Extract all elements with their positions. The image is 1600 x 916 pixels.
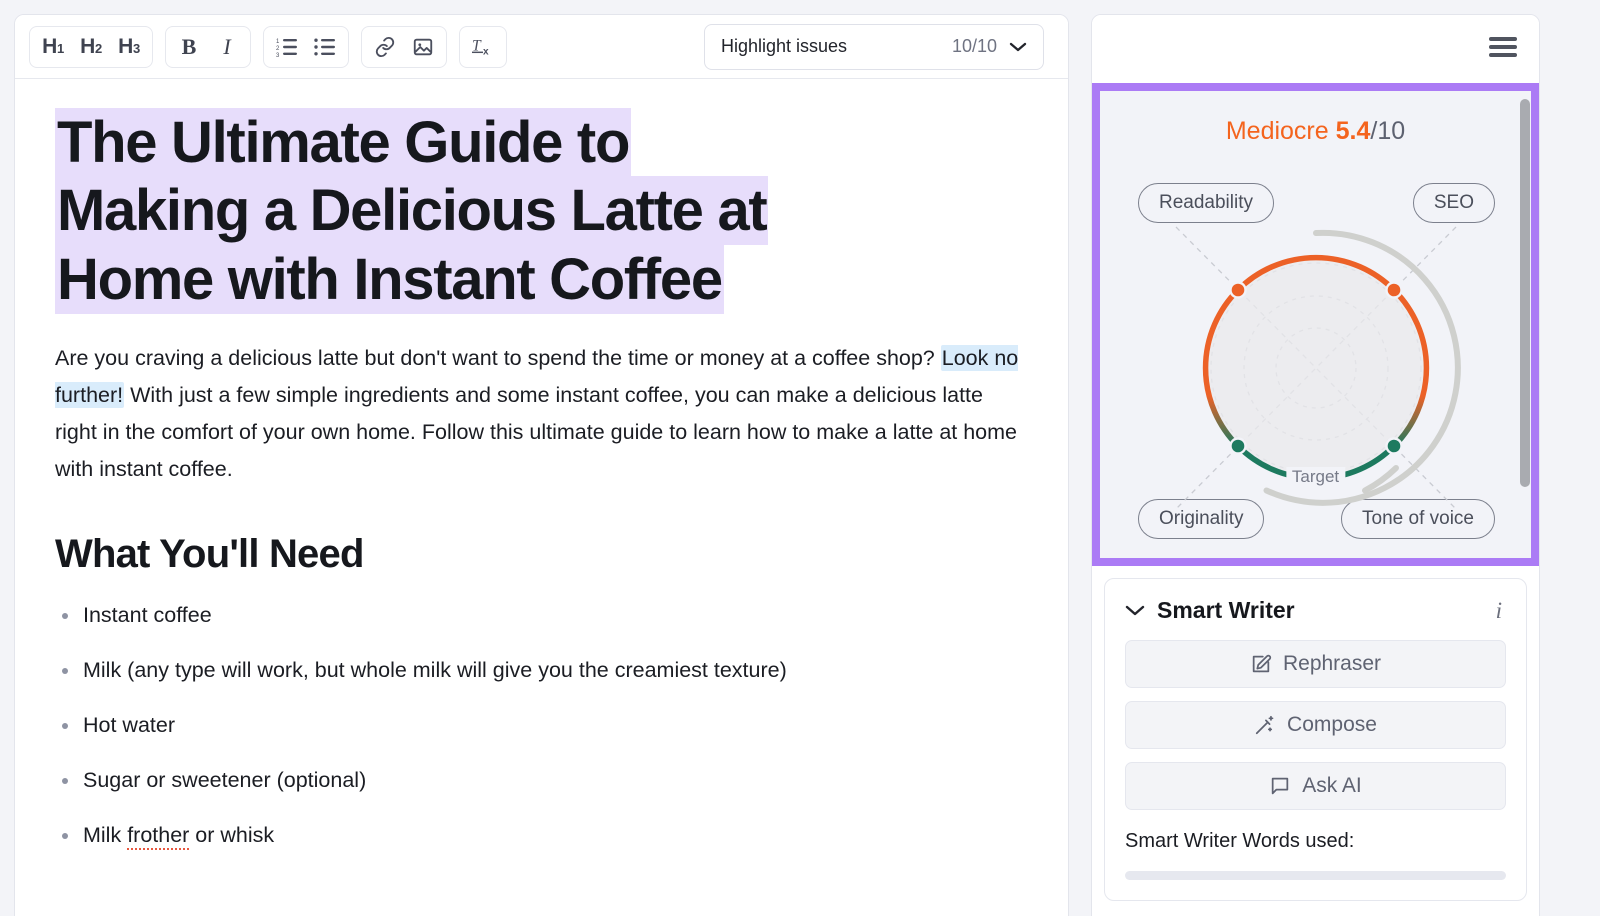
info-icon[interactable]: i bbox=[1496, 598, 1506, 624]
chevron-down-icon bbox=[1009, 42, 1027, 51]
compose-button[interactable]: Compose bbox=[1125, 701, 1506, 749]
bullet-list-icon bbox=[314, 38, 335, 55]
heading-1-button[interactable]: H1 bbox=[34, 30, 72, 64]
heading-2-sub: 2 bbox=[94, 41, 102, 56]
image-icon bbox=[413, 38, 433, 55]
list-item: Hot water bbox=[55, 711, 1028, 740]
clear-formatting-button[interactable]: T x bbox=[464, 30, 502, 64]
list-item-text: Milk (any type will work, but whole milk… bbox=[83, 658, 787, 683]
heading-3-sub: 3 bbox=[132, 41, 140, 56]
smart-writer-header: Smart Writer i bbox=[1125, 597, 1506, 624]
ask-ai-button[interactable]: Ask AI bbox=[1125, 762, 1506, 810]
score-denominator: /10 bbox=[1370, 117, 1406, 145]
svg-text:1: 1 bbox=[276, 39, 280, 45]
pencil-square-icon bbox=[1252, 654, 1272, 673]
list-item-text: Milk bbox=[83, 823, 128, 848]
heading-3-label: H bbox=[118, 35, 133, 58]
smart-writer-words-used-label: Smart Writer Words used: bbox=[1125, 830, 1355, 852]
panel-scrollbar-thumb[interactable] bbox=[1520, 99, 1530, 487]
italic-button[interactable]: I bbox=[208, 30, 246, 64]
heading-2-button[interactable]: H2 bbox=[72, 30, 110, 64]
list-item: Milk frother or whisk bbox=[55, 821, 1028, 851]
chevron-down-icon[interactable] bbox=[1125, 604, 1145, 617]
heading-1-label: H bbox=[42, 35, 57, 58]
heading-2-label: H bbox=[80, 35, 95, 58]
list-group: 1 2 3 bbox=[263, 25, 349, 68]
italic-label: I bbox=[223, 33, 231, 59]
highlight-issues-count: 10/10 bbox=[951, 36, 997, 56]
smart-writer-title: Smart Writer bbox=[1157, 597, 1295, 623]
misspelled-word[interactable]: frother bbox=[127, 823, 190, 851]
rephraser-button[interactable]: Rephraser bbox=[1125, 640, 1506, 688]
hamburger-menu-icon[interactable] bbox=[1489, 37, 1517, 57]
smart-writer-card: Smart Writer i Rephraser Compose Ask AI … bbox=[1104, 578, 1527, 901]
svg-text:3: 3 bbox=[276, 53, 280, 57]
chat-bubble-icon bbox=[1272, 777, 1289, 795]
score-headline: Mediocre 5.4/10 bbox=[1100, 117, 1531, 146]
bold-label: B bbox=[181, 33, 197, 59]
document-title-line: Making a Delicious Latte at bbox=[55, 176, 769, 246]
section-heading: What You'll Need bbox=[55, 532, 364, 577]
insert-group bbox=[361, 25, 447, 68]
list-item: Milk (any type will work, but whole milk… bbox=[55, 656, 1028, 685]
ask-ai-label: Ask AI bbox=[1302, 774, 1362, 797]
intro-text-before: Are you craving a delicious latte but do… bbox=[55, 346, 941, 371]
document-body[interactable]: The Ultimate Guide to Making a Delicious… bbox=[15, 79, 1068, 916]
link-icon bbox=[375, 36, 395, 57]
right-panel-wrapper: Mediocre 5.4/10 Readability SEO Original… bbox=[1091, 14, 1551, 916]
list-item-text: Hot water bbox=[83, 713, 176, 738]
requirements-list: Instant coffee Milk (any type will work,… bbox=[55, 601, 1028, 851]
intro-text-after: With just a few simple ingredients and s… bbox=[55, 383, 1018, 482]
svg-text:x: x bbox=[483, 46, 489, 57]
image-button[interactable] bbox=[404, 30, 442, 64]
clear-format-group: T x bbox=[459, 25, 507, 68]
text-style-group: B I bbox=[165, 25, 251, 68]
document-title-line: The Ultimate Guide to bbox=[55, 108, 632, 177]
ordered-list-button[interactable]: 1 2 3 bbox=[268, 30, 306, 64]
list-item-text: or whisk bbox=[189, 823, 275, 848]
document-title-line: Home with Instant Coffee bbox=[55, 244, 724, 314]
editor-toolbar: H1 H2 H3 B I 1 2 3 T x Highlight issues … bbox=[15, 15, 1068, 79]
editor-card: H1 H2 H3 B I 1 2 3 T x Highlight issues … bbox=[14, 14, 1069, 916]
compose-label: Compose bbox=[1287, 713, 1377, 736]
bullet-list-button[interactable] bbox=[306, 30, 344, 64]
panel-scrollbar-track[interactable] bbox=[1520, 93, 1530, 893]
smart-writer-words-progress-bar bbox=[1125, 871, 1506, 880]
magic-wand-icon bbox=[1255, 715, 1274, 735]
list-item-text: Sugar or sweetener (optional) bbox=[83, 768, 367, 793]
list-item: Sugar or sweetener (optional) bbox=[55, 766, 1028, 795]
document-title: The Ultimate Guide to Making a Delicious… bbox=[55, 108, 1015, 314]
svg-text:2: 2 bbox=[276, 46, 280, 52]
bold-button[interactable]: B bbox=[170, 30, 208, 64]
document-intro-paragraph: Are you craving a delicious latte but do… bbox=[55, 340, 1028, 488]
score-word: Mediocre bbox=[1225, 117, 1329, 145]
list-item-text: Instant coffee bbox=[83, 603, 212, 628]
heading-button-group: H1 H2 H3 bbox=[29, 25, 153, 68]
highlight-issues-label: Highlight issues bbox=[721, 36, 848, 56]
list-item: Instant coffee bbox=[55, 601, 1028, 630]
radar-target-label: Target bbox=[1285, 467, 1346, 487]
heading-1-sub: 1 bbox=[56, 41, 64, 56]
link-button[interactable] bbox=[366, 30, 404, 64]
right-panel: Mediocre 5.4/10 Readability SEO Original… bbox=[1091, 14, 1540, 916]
rephraser-label: Rephraser bbox=[1282, 652, 1382, 675]
heading-3-button[interactable]: H3 bbox=[110, 30, 148, 64]
highlight-issues-select[interactable]: Highlight issues 10/10 bbox=[704, 23, 1044, 70]
panel-header bbox=[1092, 15, 1539, 79]
content-score-card: Mediocre 5.4/10 Readability SEO Original… bbox=[1092, 83, 1539, 566]
clear-formatting-icon: T x bbox=[472, 37, 489, 57]
ordered-list-icon: 1 2 3 bbox=[276, 38, 297, 57]
app-root: H1 H2 H3 B I 1 2 3 T x Highlight issues … bbox=[0, 0, 1600, 916]
score-value: 5.4 bbox=[1335, 117, 1371, 145]
